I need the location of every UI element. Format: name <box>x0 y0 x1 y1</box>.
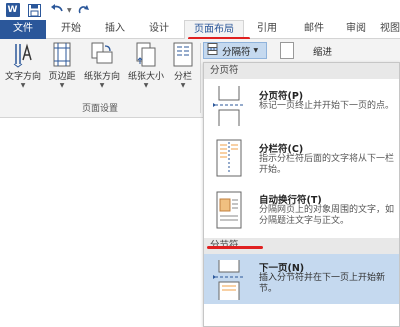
chevron-down-icon: ▼ <box>59 82 65 89</box>
breaks-button[interactable]: 分隔符 ▼ <box>203 42 267 59</box>
chevron-down-icon: ▼ <box>253 47 259 54</box>
menu-item-column-break[interactable]: 分栏符(C) 指示分栏符后面的文字将从下一栏开始。 <box>204 133 399 185</box>
margins-button[interactable]: 页边距 ▼ <box>45 42 79 90</box>
chevron-down-icon: ▼ <box>180 82 186 89</box>
menu-item-description: 标记一页终止并开始下一页的点。 <box>259 101 395 111</box>
chevron-down-icon: ▼ <box>99 82 105 89</box>
size-button[interactable]: 纸张大小 ▼ <box>125 42 167 90</box>
columns-button[interactable]: 分栏 ▼ <box>170 42 196 90</box>
menu-item-title: 分栏符(C) <box>259 144 304 155</box>
menu-item-title: 自动换行符(T) <box>259 195 322 206</box>
document-icon <box>280 42 294 59</box>
margins-label: 页边距 <box>48 72 76 82</box>
redo-icon[interactable] <box>76 2 93 18</box>
tab-insert[interactable]: 插入 <box>97 20 133 39</box>
word-logo: W <box>5 3 20 17</box>
breaks-label: 分隔符 <box>222 46 251 58</box>
menu-item-text-wrapping-break[interactable]: 自动换行符(T) 分隔网页上的对象周围的文字，如分隔题注文字与正文。 <box>204 185 399 237</box>
menu-item-page-break[interactable]: 分页符(P) 标记一页终止并开始下一页的点。 <box>204 80 399 132</box>
chevron-down-icon: ▼ <box>20 82 26 89</box>
orientation-button[interactable]: 纸张方向 ▼ <box>81 42 123 90</box>
indent-label: 缩进 <box>313 47 333 58</box>
tab-references[interactable]: 引用 <box>249 20 285 39</box>
save-icon[interactable] <box>26 2 43 18</box>
page-breaks-header: 分页符 <box>204 63 399 79</box>
text-wrapping-icon <box>213 191 245 229</box>
text-direction-button[interactable]: 文字方向 ▼ <box>3 42 43 90</box>
menu-item-description: 指示分栏符后面的文字将从下一栏开始。 <box>259 154 395 175</box>
breaks-dropdown-menu: 分页符 分页符(P) 标记一页终止并开始下一页的点。 分栏符(C) 指示分栏符后… <box>203 62 400 327</box>
menu-item-next-page[interactable]: 下一页(N) 插入分节符并在下一页上开始新节。 <box>204 254 399 304</box>
next-page-icon <box>213 260 245 300</box>
size-label: 纸张大小 <box>127 72 164 82</box>
menu-item-description: 分隔网页上的对象周围的文字，如分隔题注文字与正文。 <box>259 205 395 226</box>
annotation-underline-2 <box>207 246 263 249</box>
menu-item-title: 分页符(P) <box>259 91 304 102</box>
undo-icon[interactable] <box>48 2 65 18</box>
tab-home[interactable]: 开始 <box>53 20 89 39</box>
page-break-icon <box>213 86 245 126</box>
word-icon: W <box>4 2 21 18</box>
size-icon <box>135 42 157 68</box>
page-setup-group-label: 页面设置 <box>81 104 118 114</box>
text-direction-icon <box>12 42 34 68</box>
columns-icon <box>172 42 194 68</box>
tab-review[interactable]: 审阅 <box>338 20 374 39</box>
tab-mailings[interactable]: 邮件 <box>296 20 332 39</box>
text-direction-label: 文字方向 <box>4 72 41 82</box>
orientation-label: 纸张方向 <box>83 72 120 82</box>
margins-icon <box>51 42 73 68</box>
chevron-down-icon: ▼ <box>143 82 149 89</box>
breaks-icon <box>207 43 219 58</box>
tab-view[interactable]: 视图 <box>380 20 400 39</box>
tab-design[interactable]: 设计 <box>141 20 177 39</box>
column-break-icon <box>213 139 245 177</box>
menu-item-title: 下一页(N) <box>259 263 305 274</box>
document-area <box>0 118 203 327</box>
group-divider <box>200 43 201 113</box>
quick-access-toolbar: W ▼ <box>0 0 400 20</box>
undo-dropdown-icon[interactable]: ▼ <box>67 7 72 14</box>
menu-item-description: 插入分节符并在下一页上开始新节。 <box>259 273 386 294</box>
tab-file[interactable]: 文件 <box>0 20 46 39</box>
columns-label: 分栏 <box>173 72 192 82</box>
orientation-icon <box>91 42 113 68</box>
